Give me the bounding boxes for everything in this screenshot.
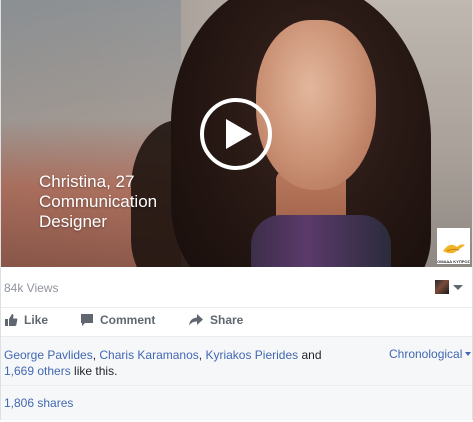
liker-link[interactable]: Kyriakos Pierides [205, 348, 298, 362]
video-caption: Christina, 27 Communication Designer [39, 172, 209, 232]
caption-line: Communication [39, 192, 158, 211]
liker-link[interactable]: Charis Karamanos [99, 348, 198, 362]
shares-link[interactable]: 1,806 shares [4, 396, 73, 410]
caption-line: Designer [39, 212, 108, 231]
thumbs-up-icon [5, 314, 18, 326]
video-subject-clothing [251, 215, 391, 267]
like-button[interactable]: Like [4, 313, 48, 327]
brand-logo: ΟΜΑΔΑ ΚΥΠΡΟΣ [437, 228, 470, 264]
shares-row: 1,806 shares [1, 386, 472, 420]
play-icon [225, 119, 252, 149]
share-arrow-icon [189, 314, 203, 326]
liker-link[interactable]: George Pavlides [4, 348, 93, 362]
action-bar: Like Comment Share [1, 308, 472, 337]
chevron-down-icon [465, 352, 472, 356]
view-count: 84k Views [4, 281, 59, 295]
others-link[interactable]: 1,669 others [4, 364, 71, 378]
share-label: Share [210, 313, 244, 327]
bird-logo-icon [442, 244, 465, 254]
and-text: and [298, 348, 322, 362]
views-row: 84k Views [1, 267, 472, 308]
like-label: Like [24, 313, 49, 327]
comment-order-label: Chronological [389, 347, 463, 361]
video-post: Christina, 27 Communication Designer ΟΜΑ… [0, 0, 473, 420]
video-subject-face [256, 20, 376, 190]
share-button[interactable]: Share [188, 313, 243, 327]
chevron-down-icon [453, 284, 463, 290]
logo-text: ΟΜΑΔΑ ΚΥΠΡΟΣ [437, 259, 470, 264]
play-button[interactable] [200, 98, 272, 170]
likes-summary: George Pavlides, Charis Karamanos, Kyria… [1, 337, 472, 386]
comment-icon [81, 314, 93, 326]
like-suffix: like this. [70, 364, 118, 378]
avatar [435, 280, 449, 294]
comment-order-dropdown[interactable]: Chronological [389, 347, 472, 361]
likes-text: George Pavlides, Charis Karamanos, Kyria… [4, 347, 334, 379]
video-player[interactable]: Christina, 27 Communication Designer ΟΜΑ… [1, 0, 472, 267]
caption-line: Christina, 27 [39, 172, 135, 191]
page-selector[interactable] [435, 280, 463, 294]
comment-button[interactable]: Comment [80, 313, 155, 327]
comment-label: Comment [100, 313, 156, 327]
